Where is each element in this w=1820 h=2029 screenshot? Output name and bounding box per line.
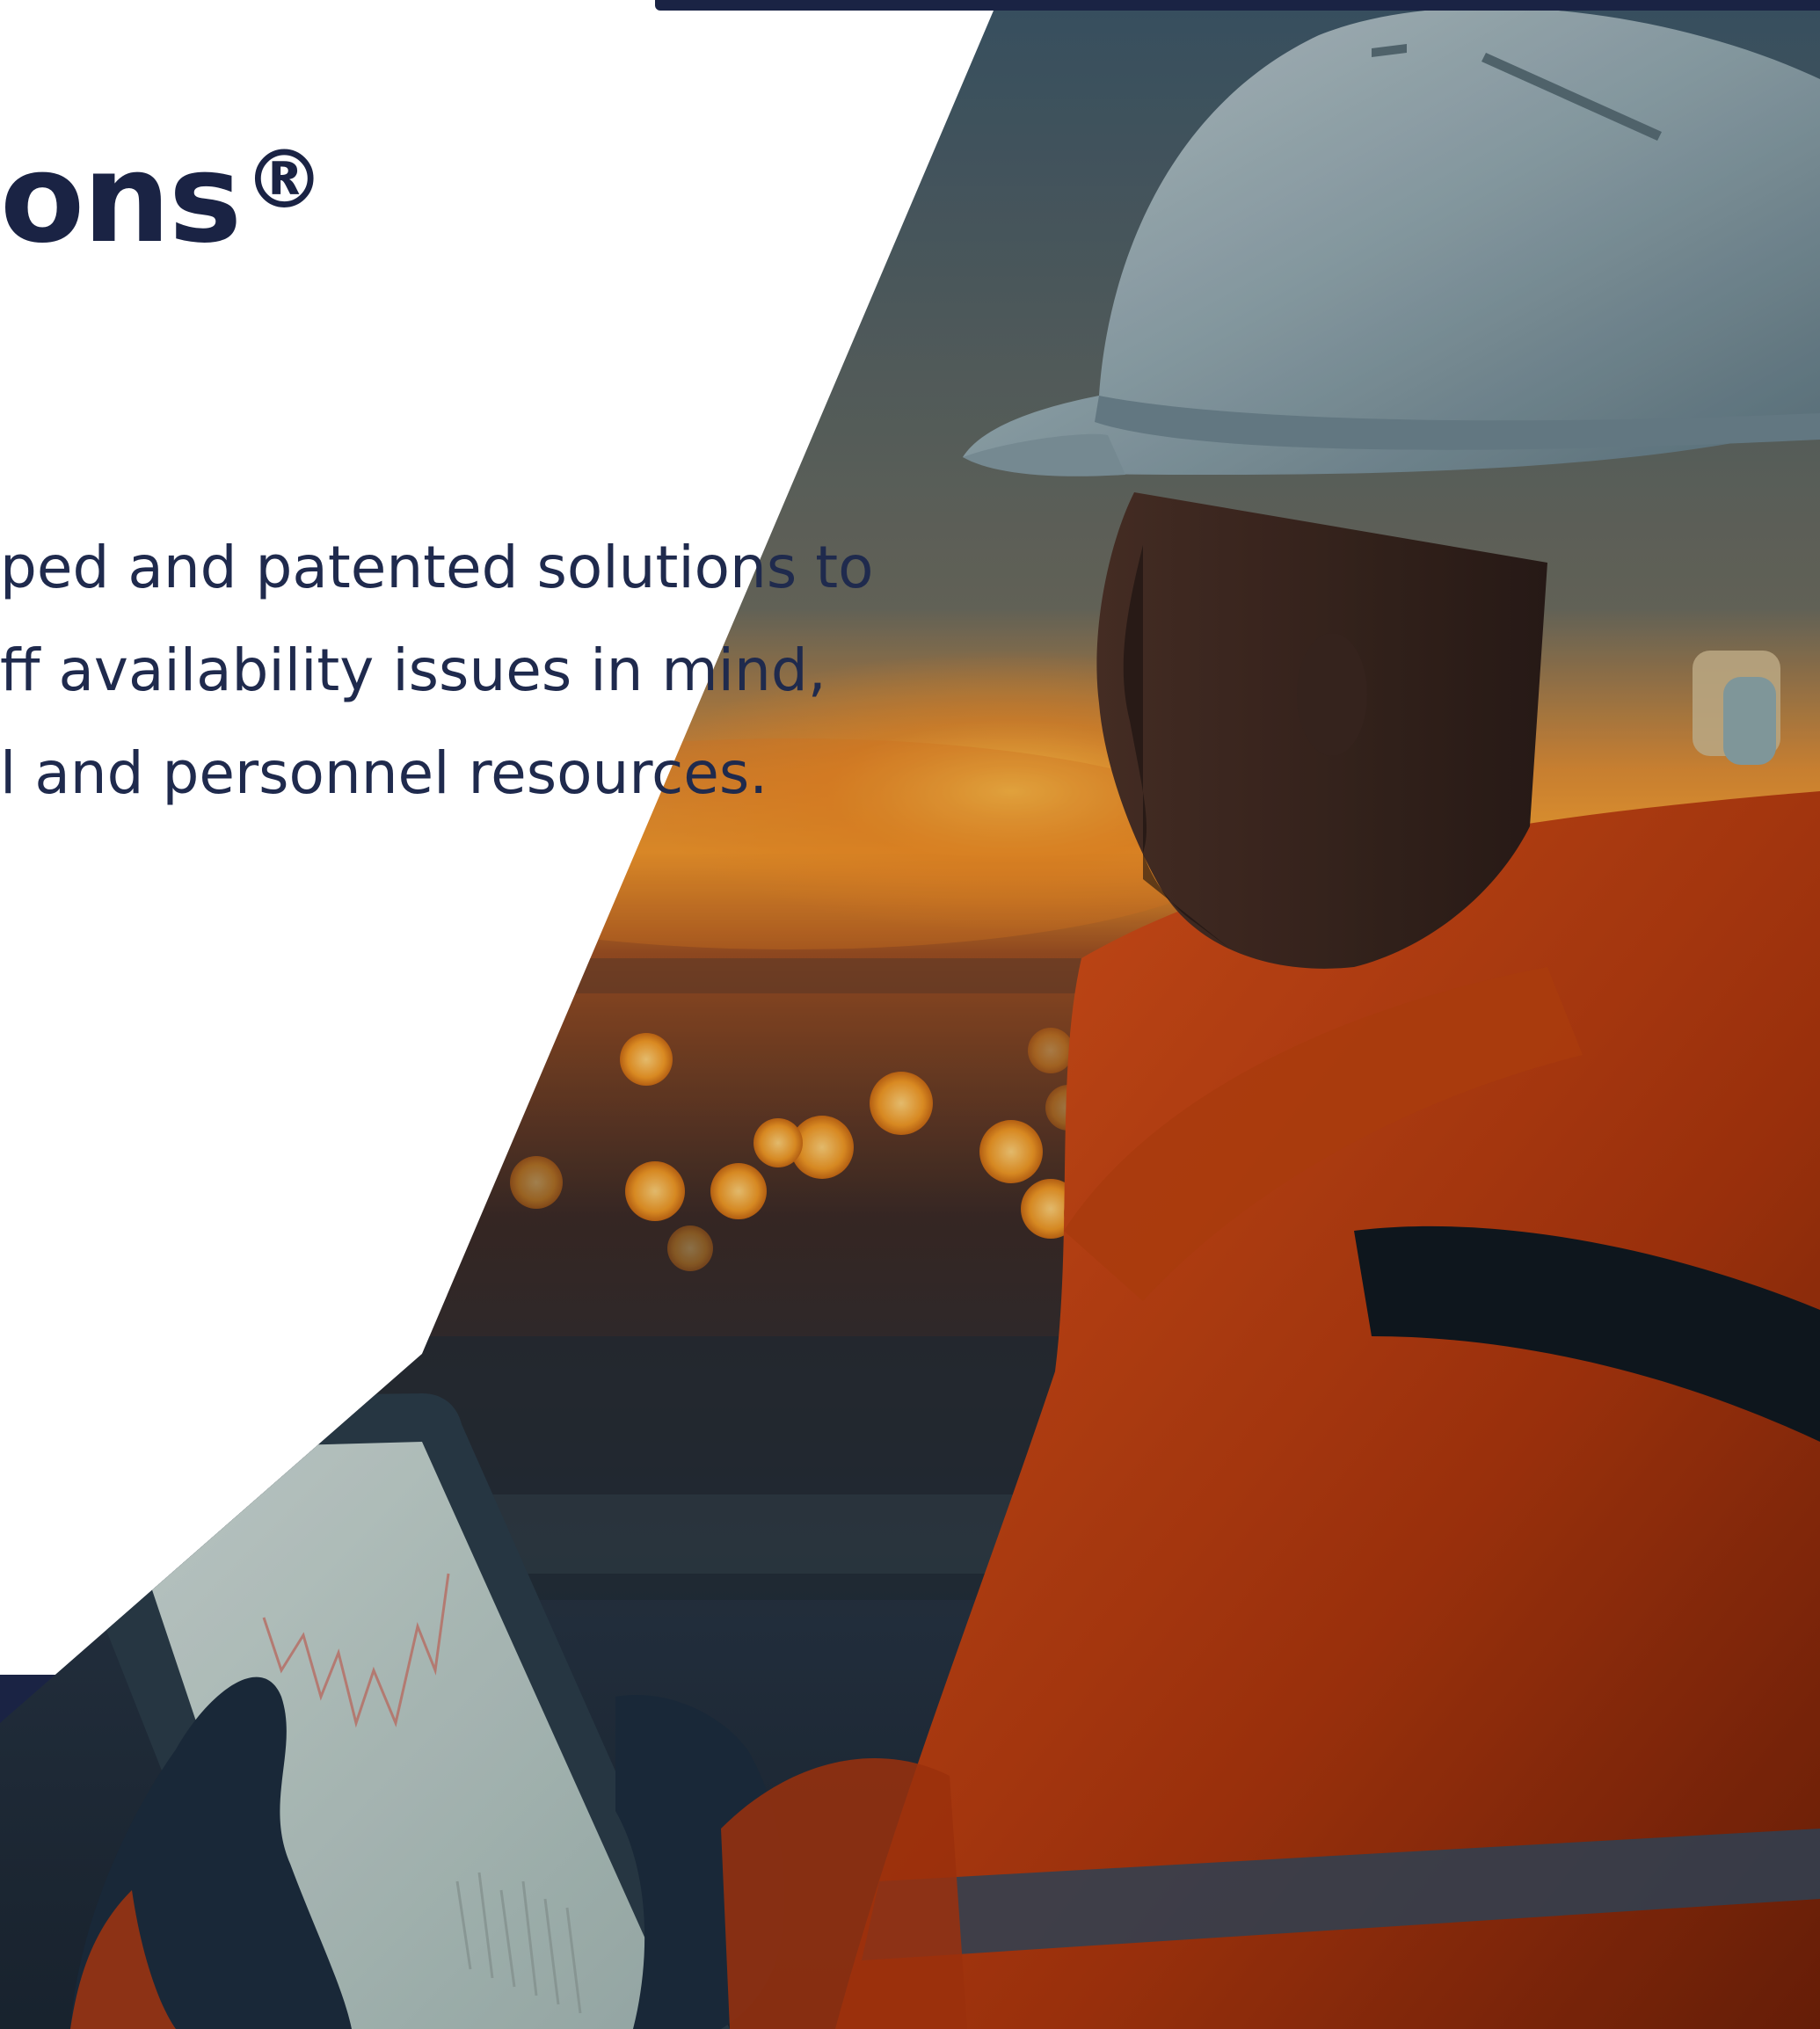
top-accent-band — [655, 0, 1820, 11]
hero-section: ons® ped and patented solutions to ff av… — [0, 0, 1820, 2029]
hero-body-line-3: l and personnel resources. — [0, 739, 768, 807]
hero-body-line-1: ped and patented solutions to — [0, 534, 874, 601]
hero-headline: ons® — [0, 105, 324, 274]
hero-photo — [0, 11, 1820, 2029]
headline-text: ons — [0, 127, 242, 271]
registered-mark: ® — [244, 133, 324, 227]
hero-body-line-2: ff availability issues in mind, — [0, 636, 826, 704]
